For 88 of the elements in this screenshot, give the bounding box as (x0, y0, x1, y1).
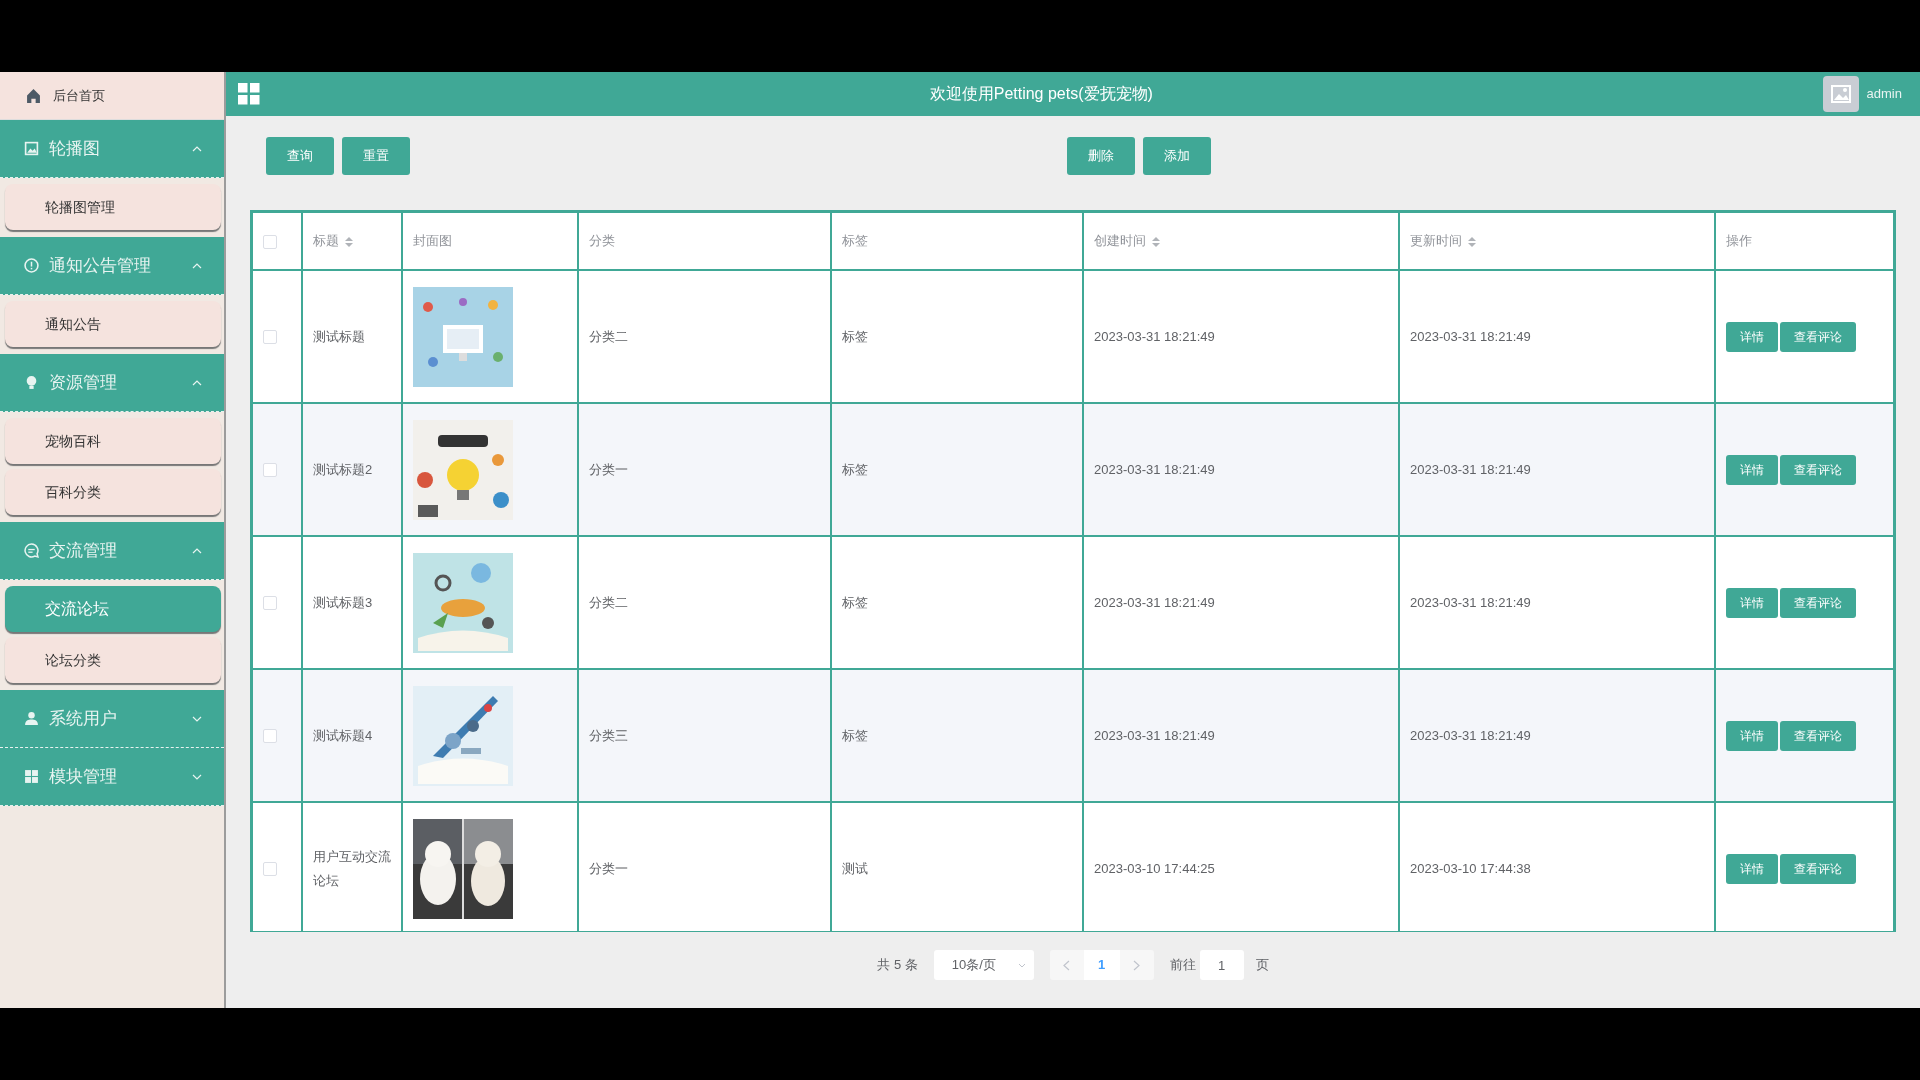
page-size-select[interactable]: 10条/页 (933, 950, 1034, 980)
sort-icon[interactable] (1468, 236, 1476, 247)
title-text: 用户互动交流论坛 (313, 847, 391, 890)
details-button[interactable]: 详情 (1726, 321, 1778, 352)
row-checkbox[interactable] (263, 463, 277, 478)
column-header[interactable]: 更新时间 (1410, 233, 1462, 249)
column-header: 标签 (842, 233, 868, 249)
chevron-down-icon (1017, 962, 1026, 968)
comments-button[interactable]: 查看评论 (1780, 454, 1856, 485)
updated-time: 2023-03-10 17:44:38 (1410, 860, 1531, 876)
menu-item[interactable]: 交流论坛 (5, 586, 221, 632)
grid-icon (24, 769, 39, 784)
row-checkbox[interactable] (263, 330, 277, 345)
category-text: 分类二 (589, 328, 628, 344)
home-icon (26, 88, 41, 103)
menu-group[interactable]: 系统用户 (0, 690, 224, 748)
category-text: 分类三 (589, 727, 628, 743)
total-count: 共 5 条 (877, 956, 918, 975)
menu-item[interactable]: 论坛分类 (5, 637, 221, 683)
details-button[interactable]: 详情 (1726, 587, 1778, 618)
category-text: 分类一 (589, 461, 628, 477)
created-time: 2023-03-31 18:21:49 (1094, 461, 1215, 477)
tag-text: 标签 (842, 461, 868, 477)
tag-text: 测试 (842, 860, 868, 876)
page-suffix: 页 (1255, 956, 1269, 975)
created-time: 2023-03-31 18:21:49 (1094, 328, 1215, 344)
title-text: 测试标题2 (313, 460, 373, 479)
query-button[interactable]: 查询 (266, 137, 334, 175)
page-button[interactable]: 1 (1083, 950, 1120, 980)
reset-button[interactable]: 重置 (342, 137, 410, 175)
menu-item[interactable]: 宠物百科 (5, 418, 221, 464)
updated-time: 2023-03-31 18:21:49 (1410, 727, 1531, 743)
details-button[interactable]: 详情 (1726, 853, 1778, 884)
comments-button[interactable]: 查看评论 (1780, 720, 1856, 751)
goto-label: 前往 (1169, 956, 1196, 975)
row-checkbox[interactable] (263, 729, 277, 744)
sort-icon[interactable] (1152, 236, 1160, 247)
tag-text: 标签 (842, 328, 868, 344)
menu-item[interactable]: 轮播图管理 (5, 184, 221, 230)
column-header: 分类 (589, 233, 615, 249)
add-button[interactable]: 添加 (1143, 137, 1211, 175)
menu-item[interactable]: 百科分类 (5, 469, 221, 515)
details-button[interactable]: 详情 (1726, 720, 1778, 751)
title-text: 测试标题3 (313, 593, 373, 612)
user-name[interactable]: admin (1866, 84, 1902, 104)
title-text: 测试标题 (313, 327, 365, 346)
created-time: 2023-03-31 18:21:49 (1094, 594, 1215, 610)
title-text: 测试标题4 (313, 726, 373, 745)
menu-group[interactable]: 交流管理 (0, 522, 224, 580)
avatar-icon[interactable] (1822, 76, 1859, 112)
column-header: 封面图 (413, 233, 452, 249)
comments-button[interactable]: 查看评论 (1780, 321, 1856, 352)
info-icon (24, 258, 39, 273)
select-all-checkbox[interactable] (263, 234, 277, 249)
header-title: 欢迎使用Petting pets(爱抚宠物) (928, 84, 1154, 104)
updated-time: 2023-03-31 18:21:49 (1410, 594, 1531, 610)
bulb-icon (24, 375, 39, 390)
updated-time: 2023-03-31 18:21:49 (1410, 328, 1531, 344)
comments-button[interactable]: 查看评论 (1780, 587, 1856, 618)
page-input[interactable]: 1 (1199, 950, 1244, 980)
details-button[interactable]: 详情 (1726, 454, 1778, 485)
row-checkbox[interactable] (263, 862, 277, 877)
created-time: 2023-03-10 17:44:25 (1094, 860, 1215, 876)
user-icon (24, 711, 39, 726)
menu-group[interactable]: 模块管理 (0, 748, 224, 806)
chat-icon (24, 543, 39, 558)
column-header[interactable]: 标题 (313, 233, 339, 249)
grid-icon[interactable] (238, 83, 260, 105)
sort-icon[interactable] (345, 236, 353, 247)
menu-group[interactable]: 通知公告管理 (0, 237, 224, 295)
updated-time: 2023-03-31 18:21:49 (1410, 461, 1531, 477)
tag-text: 标签 (842, 594, 868, 610)
column-header[interactable]: 创建时间 (1094, 233, 1146, 249)
image-icon (24, 141, 39, 156)
category-text: 分类二 (589, 594, 628, 610)
menu-group[interactable]: 资源管理 (0, 354, 224, 412)
menu-item[interactable]: 通知公告 (5, 301, 221, 347)
tag-text: 标签 (842, 727, 868, 743)
category-text: 分类一 (589, 860, 628, 876)
menu-group[interactable]: 轮播图 (0, 120, 224, 178)
column-header: 操作 (1726, 233, 1752, 249)
created-time: 2023-03-31 18:21:49 (1094, 727, 1215, 743)
row-checkbox[interactable] (263, 596, 277, 611)
comments-button[interactable]: 查看评论 (1780, 853, 1856, 884)
home-link[interactable]: 后台首页 (0, 72, 224, 120)
delete-button[interactable]: 删除 (1067, 137, 1135, 175)
chevron-right-icon (1133, 960, 1141, 972)
chevron-left-icon (1063, 960, 1071, 972)
